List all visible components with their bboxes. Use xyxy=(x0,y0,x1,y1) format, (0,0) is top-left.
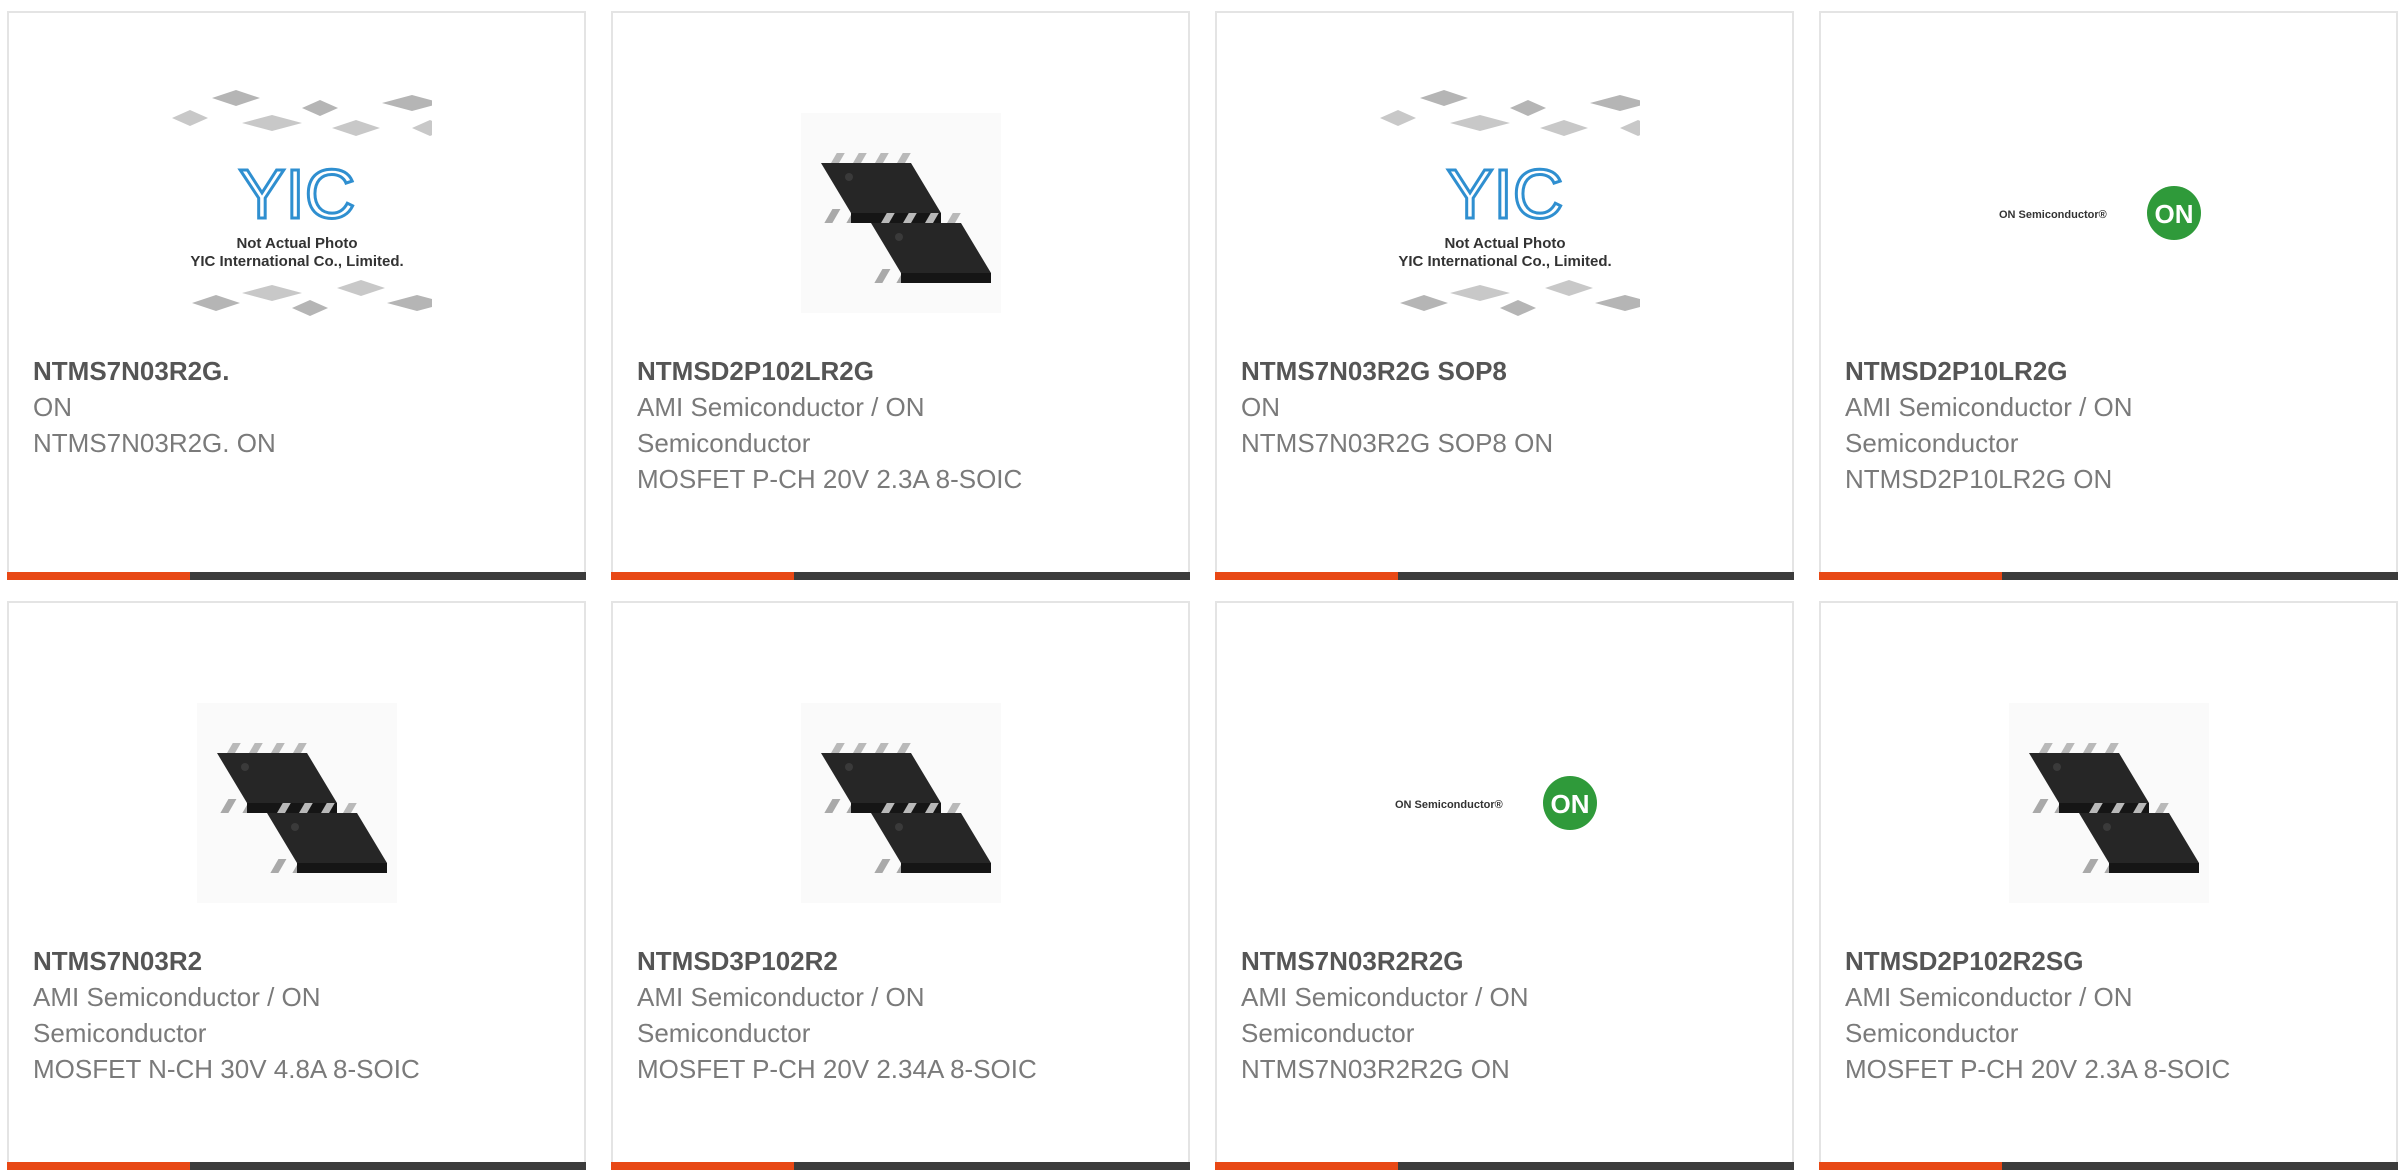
product-card[interactable]: NTMSD2P102LR2G AMI Semiconductor / ON Se… xyxy=(611,11,1190,580)
product-description: MOSFET N-CH 30V 4.8A 8-SOIC xyxy=(33,1054,420,1084)
product-card[interactable]: YIC Not Actual Photo YIC International Co.… xyxy=(1215,11,1794,580)
product-manufacturer: AMI Semiconductor / ON Semiconductor xyxy=(1241,982,1529,1048)
on-semiconductor-logo-icon: ON Semiconductor® ON xyxy=(1999,186,2201,240)
product-card[interactable]: ON Semiconductor® ON NTMSD2P10LR2G AMI Se… xyxy=(1819,11,2398,580)
soic8-chip-icon xyxy=(800,113,1001,313)
product-image[interactable] xyxy=(1845,663,2372,943)
card-bottom-bar xyxy=(7,1162,586,1170)
product-info: NTMS7N03R2R2G AMI Semiconductor / ON Sem… xyxy=(1241,943,1671,1087)
card-accent-bar xyxy=(1215,1162,1398,1170)
svg-text:ON: ON xyxy=(2154,199,2193,229)
product-manufacturer: ON xyxy=(33,392,72,422)
card-bottom-bar xyxy=(1215,572,1794,580)
card-bottom-bar xyxy=(611,572,1190,580)
svg-text:ON Semiconductor®: ON Semiconductor® xyxy=(1395,799,1503,811)
product-part-number[interactable]: NTMSD3P102R2 xyxy=(637,943,1067,979)
card-bottom-bar xyxy=(1819,1162,2398,1170)
card-accent-bar xyxy=(1819,1162,2002,1170)
product-info: NTMSD2P102R2SG AMI Semiconductor / ON Se… xyxy=(1845,943,2275,1087)
product-manufacturer: AMI Semiconductor / ON Semiconductor xyxy=(33,982,321,1048)
yic-placeholder-icon: YIC Not Actual PhotoYIC International Co.… xyxy=(1379,90,1640,316)
card-accent-bar xyxy=(1819,572,2002,580)
product-part-number[interactable]: NTMS7N03R2 xyxy=(33,943,463,979)
card-bottom-bar xyxy=(611,1162,1190,1170)
product-part-number[interactable]: NTMSD2P102R2SG xyxy=(1845,943,2275,979)
product-manufacturer: AMI Semiconductor / ON Semiconductor xyxy=(1845,982,2133,1048)
product-manufacturer: ON xyxy=(1241,392,1280,422)
card-accent-bar xyxy=(7,1162,190,1170)
card-bottom-bar xyxy=(1819,572,2398,580)
svg-text:YIC International Co., Limited: YIC International Co., Limited. xyxy=(190,253,403,270)
on-semiconductor-logo-icon: ON Semiconductor® ON xyxy=(1395,776,1597,830)
soic8-chip-icon xyxy=(196,703,397,903)
svg-text:Not Actual Photo: Not Actual Photo xyxy=(236,235,357,252)
svg-text:Not Actual Photo: Not Actual Photo xyxy=(1444,235,1565,252)
product-info: NTMSD3P102R2 AMI Semiconductor / ON Semi… xyxy=(637,943,1067,1087)
product-card[interactable]: NTMSD2P102R2SG AMI Semiconductor / ON Se… xyxy=(1819,601,2398,1170)
product-card[interactable]: YIC Not Actual Photo YIC International Co.… xyxy=(7,11,586,580)
product-info: NTMS7N03R2G SOP8 ON NTMS7N03R2G SOP8 ON xyxy=(1241,353,1671,461)
card-accent-bar xyxy=(1215,572,1398,580)
product-description: MOSFET P-CH 20V 2.3A 8-SOIC xyxy=(1845,1054,2231,1084)
product-image[interactable] xyxy=(637,663,1164,943)
product-manufacturer: AMI Semiconductor / ON Semiconductor xyxy=(637,982,925,1048)
card-bottom-bar xyxy=(7,572,586,580)
product-description: NTMSD2P10LR2G ON xyxy=(1845,464,2113,494)
product-grid: YIC Not Actual Photo YIC International Co.… xyxy=(7,11,2398,1170)
card-bottom-bar xyxy=(1215,1162,1794,1170)
product-image[interactable]: YIC Not Actual Photo YIC International Co.… xyxy=(33,73,560,353)
card-accent-bar xyxy=(7,572,190,580)
product-part-number[interactable]: NTMS7N03R2G SOP8 xyxy=(1241,353,1671,389)
soic8-chip-icon xyxy=(800,703,1001,903)
product-image[interactable]: ON Semiconductor® ON xyxy=(1241,663,1768,943)
product-description: MOSFET P-CH 20V 2.3A 8-SOIC xyxy=(637,464,1023,494)
product-card[interactable]: NTMSD3P102R2 AMI Semiconductor / ON Semi… xyxy=(611,601,1190,1170)
product-part-number[interactable]: NTMS7N03R2G. xyxy=(33,353,463,389)
svg-text:ON: ON xyxy=(1550,789,1589,819)
product-info: NTMSD2P10LR2G AMI Semiconductor / ON Sem… xyxy=(1845,353,2275,497)
product-card[interactable]: ON Semiconductor® ON NTMS7N03R2R2G AMI Se… xyxy=(1215,601,1794,1170)
soic8-chip-icon xyxy=(2008,703,2209,903)
product-part-number[interactable]: NTMSD2P102LR2G xyxy=(637,353,1067,389)
product-card[interactable]: NTMS7N03R2 AMI Semiconductor / ON Semico… xyxy=(7,601,586,1170)
product-image[interactable] xyxy=(33,663,560,943)
card-accent-bar xyxy=(611,572,794,580)
product-manufacturer: AMI Semiconductor / ON Semiconductor xyxy=(1845,392,2133,458)
yic-placeholder-icon: YIC Not Actual PhotoYIC International Co.… xyxy=(171,90,432,316)
svg-text:ON Semiconductor®: ON Semiconductor® xyxy=(1999,209,2107,221)
product-manufacturer: AMI Semiconductor / ON Semiconductor xyxy=(637,392,925,458)
card-accent-bar xyxy=(611,1162,794,1170)
product-image[interactable]: YIC Not Actual Photo YIC International Co.… xyxy=(1241,73,1768,353)
product-info: NTMS7N03R2 AMI Semiconductor / ON Semico… xyxy=(33,943,463,1087)
product-info: NTMSD2P102LR2G AMI Semiconductor / ON Se… xyxy=(637,353,1067,497)
product-info: NTMS7N03R2G. ON NTMS7N03R2G. ON xyxy=(33,353,463,461)
product-part-number[interactable]: NTMSD2P10LR2G xyxy=(1845,353,2275,389)
product-part-number[interactable]: NTMS7N03R2R2G xyxy=(1241,943,1671,979)
product-description: MOSFET P-CH 20V 2.34A 8-SOIC xyxy=(637,1054,1037,1084)
product-description: NTMS7N03R2R2G ON xyxy=(1241,1054,1510,1084)
svg-text:YIC: YIC xyxy=(1446,155,1563,233)
svg-text:YIC International Co., Limited: YIC International Co., Limited. xyxy=(1398,253,1611,270)
product-description: NTMS7N03R2G. ON xyxy=(33,428,276,458)
product-description: NTMS7N03R2G SOP8 ON xyxy=(1241,428,1554,458)
product-image[interactable] xyxy=(637,73,1164,353)
svg-text:YIC: YIC xyxy=(238,155,355,233)
product-image[interactable]: ON Semiconductor® ON xyxy=(1845,73,2372,353)
